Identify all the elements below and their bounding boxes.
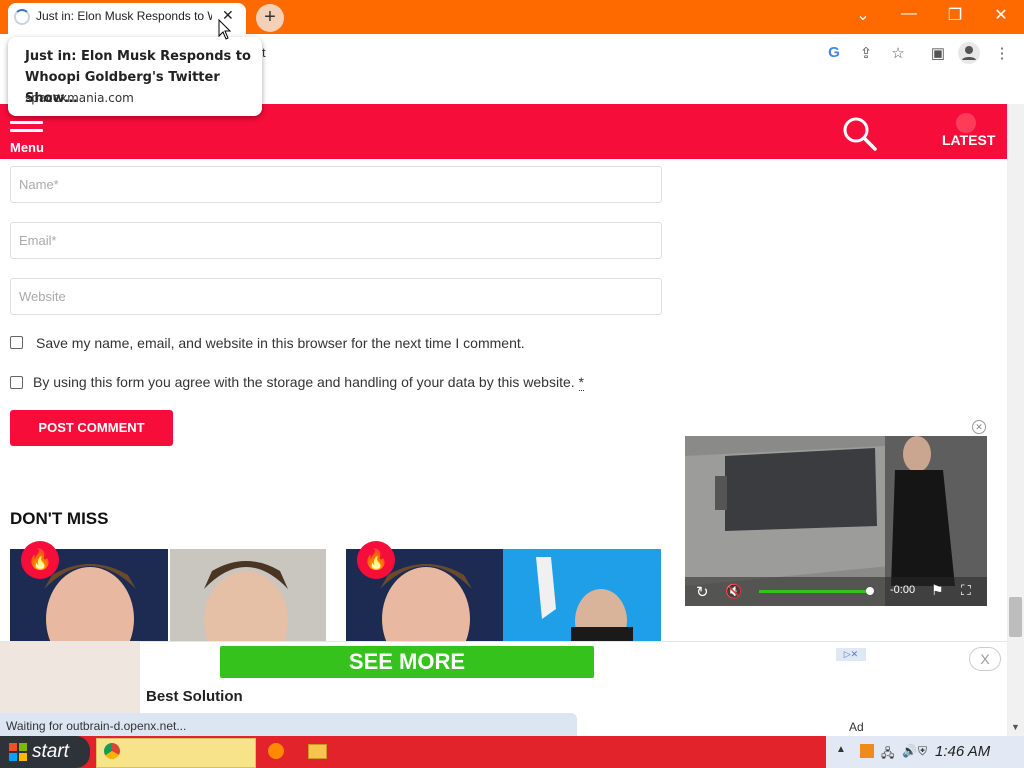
menu-label[interactable]: Menu [10, 140, 44, 155]
website-field[interactable]: Website [10, 278, 662, 315]
consent-checkbox[interactable] [10, 376, 23, 389]
video-close-icon[interactable]: ✕ [972, 420, 986, 434]
email-field[interactable]: Email* [10, 222, 662, 259]
firefox-icon[interactable] [268, 743, 284, 759]
security-icon[interactable]: ⛨ [918, 744, 927, 759]
tab-hover-card: Just in: Elon Musk Responds to Whoopi Go… [8, 37, 262, 116]
chrome-icon [104, 743, 120, 759]
required-marker: * [578, 374, 584, 391]
loading-spinner-icon [14, 9, 30, 25]
tab-search-icon[interactable]: ⌄ [851, 5, 875, 25]
page-scrollbar[interactable] [1007, 104, 1024, 736]
ad-thumbnail[interactable] [0, 642, 140, 714]
tray-expand-icon[interactable]: ▲ [836, 744, 846, 755]
search-icon[interactable] [842, 116, 878, 157]
status-text: Waiting for outbrain-d.openx.net... [6, 719, 187, 733]
video-progress-track[interactable] [759, 590, 871, 593]
dark-mode-moon-icon[interactable] [887, 117, 915, 154]
clock: 1:46 AM [935, 743, 991, 760]
more-icon[interactable]: ⋮ [992, 44, 1012, 62]
video-progress-fill [759, 590, 870, 593]
mouse-cursor-icon [218, 18, 232, 46]
scrollbar-thumb[interactable] [1009, 597, 1022, 637]
ad-close-button[interactable]: X [969, 647, 1001, 671]
save-info-label: Save my name, email, and website in this… [36, 335, 525, 351]
latest-button[interactable]: LATEST [942, 132, 995, 148]
minimize-button[interactable]: — [897, 5, 921, 23]
see-more-button[interactable]: SEE MORE [220, 646, 594, 678]
consent-text: By using this form you agree with the st… [33, 374, 575, 390]
taskbar-chrome-window[interactable] [96, 738, 256, 768]
network-icon[interactable]: 🖧 [881, 744, 894, 765]
restore-button[interactable]: ❐ [943, 5, 967, 25]
profile-icon[interactable] [958, 42, 980, 64]
hamburger-menu-icon[interactable] [10, 121, 43, 137]
scroll-down-arrow-icon[interactable]: ▼ [1011, 722, 1020, 732]
fullscreen-icon[interactable]: ⛶ [961, 582, 971, 599]
video-scrubber-handle[interactable] [866, 587, 874, 595]
folder-icon[interactable] [308, 744, 327, 759]
latest-indicator-icon [958, 115, 974, 131]
name-placeholder: Name* [19, 177, 59, 192]
ad-headline[interactable]: Best Solution [146, 688, 243, 705]
windows-logo-icon [8, 742, 28, 767]
star-icon[interactable]: ☆ [888, 44, 908, 62]
tab-title: Just in: Elon Musk Responds to Whoopi Go… [36, 9, 212, 23]
video-time: -0:00 [890, 584, 916, 596]
google-icon[interactable]: G [824, 44, 844, 61]
report-flag-icon[interactable]: ⚑ [931, 582, 944, 599]
side-panel-icon[interactable]: ▣ [928, 44, 948, 62]
start-label[interactable]: start [32, 741, 69, 763]
ad-label: Ad [849, 720, 864, 734]
section-heading: DON'T MISS [10, 509, 109, 528]
mute-icon[interactable]: 🔇 [725, 583, 742, 600]
trending-fire-icon: 🔥 [21, 541, 59, 579]
volume-icon[interactable]: 🔊 [902, 744, 917, 758]
adchoices-icon[interactable]: ▷✕ [836, 648, 866, 661]
save-info-checkbox[interactable] [10, 336, 23, 349]
close-window-button[interactable]: ✕ [989, 5, 1013, 25]
trending-fire-icon: 🔥 [357, 541, 395, 579]
name-field[interactable]: Name* [10, 166, 662, 203]
post-comment-button[interactable]: POST COMMENT [10, 410, 173, 446]
tray-app-icon[interactable] [860, 744, 874, 758]
replay-icon[interactable]: ↻ [696, 583, 709, 601]
hover-card-domain: spacexmania.com [25, 91, 134, 105]
share-icon[interactable]: ⇪ [856, 44, 876, 62]
address-bar-text[interactable]: t [262, 45, 266, 60]
consent-label: By using this form you agree with the st… [33, 374, 584, 391]
email-placeholder: Email* [19, 233, 57, 248]
new-tab-button[interactable]: + [256, 4, 284, 32]
website-placeholder: Website [19, 289, 66, 304]
